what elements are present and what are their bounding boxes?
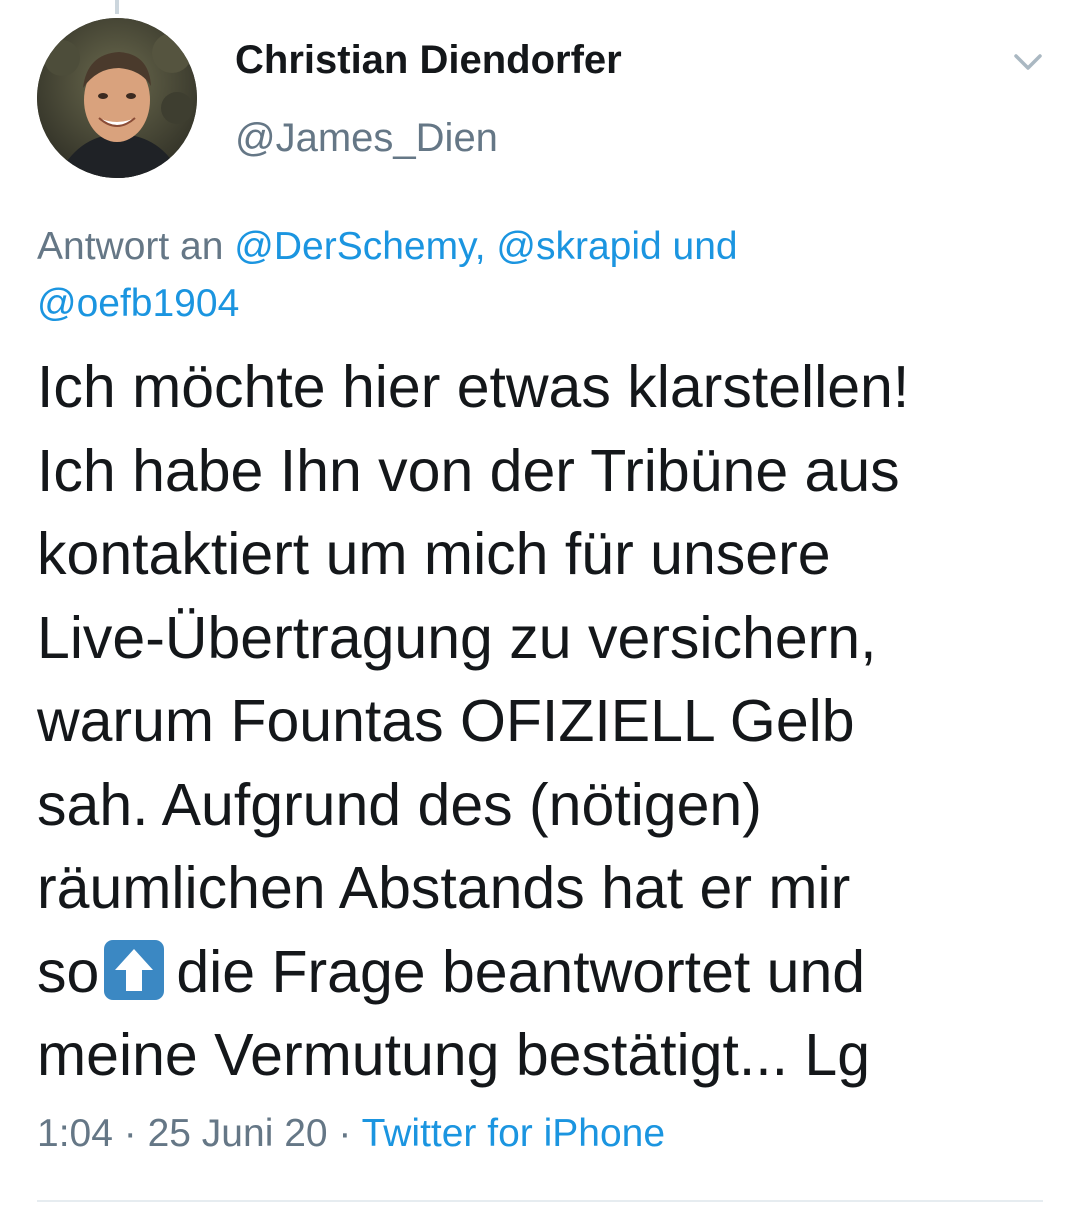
tweet-text-line: Live-Übertragung zu versichern, xyxy=(37,604,877,671)
reply-mention-skrapid[interactable]: @skrapid xyxy=(496,225,661,268)
user-handle[interactable]: @James_Dien xyxy=(235,116,498,161)
avatar-photo xyxy=(37,18,197,178)
reply-prefix: Antwort an xyxy=(37,225,224,268)
avatar[interactable] xyxy=(37,18,197,178)
up-arrow-emoji-icon xyxy=(102,939,168,1000)
thread-connector-line xyxy=(115,0,119,14)
tweet-text-line: kontaktiert um mich für unsere xyxy=(37,521,831,587)
tweet-text-line-with-emoji: so die Frage beantwortet und xyxy=(37,931,1057,1015)
meta-separator: · xyxy=(338,1112,352,1155)
tweet-meta: 1:04 · 25 Juni 20 · Twitter for iPhone xyxy=(37,1112,665,1156)
tweet-text-line: Ich möchte hier etwas klarstellen! xyxy=(37,354,910,420)
reply-mention-oefb1904[interactable]: @oefb1904 xyxy=(37,282,239,325)
reply-mention-derschemy[interactable]: @DerSchemy, xyxy=(234,225,485,268)
tweet-text-line: räumlichen Abstands hat er mir xyxy=(37,855,851,921)
tweet-text: Ich möchte hier etwas klarstellen! Ich h… xyxy=(37,346,1057,1098)
tweet-text-fragment: so xyxy=(37,938,100,1005)
reply-conjunction[interactable]: und xyxy=(673,225,738,268)
tweet-source-link[interactable]: Twitter for iPhone xyxy=(362,1112,665,1155)
display-name[interactable]: Christian Diendorfer xyxy=(235,38,622,83)
tweet-text-line: meine Vermutung bestätigt... Lg xyxy=(37,1022,871,1088)
divider xyxy=(37,1200,1043,1202)
tweet-time[interactable]: 1:04 xyxy=(37,1112,113,1155)
reply-context: Antwort an @DerSchemy, @skrapid und @oef… xyxy=(37,218,1047,332)
meta-separator: · xyxy=(123,1112,137,1155)
tweet-date[interactable]: 25 Juni 20 xyxy=(148,1112,328,1155)
chevron-down-icon[interactable] xyxy=(1006,44,1050,80)
tweet-text-line: Ich habe Ihn von der Tribüne aus xyxy=(37,437,900,504)
tweet-text-line: warum Fountas OFIZIELL Gelb xyxy=(37,688,855,754)
tweet-text-fragment: die Frage beantwortet und xyxy=(176,938,866,1005)
tweet-text-line: sah. Aufgrund des (nötigen) xyxy=(37,771,762,838)
